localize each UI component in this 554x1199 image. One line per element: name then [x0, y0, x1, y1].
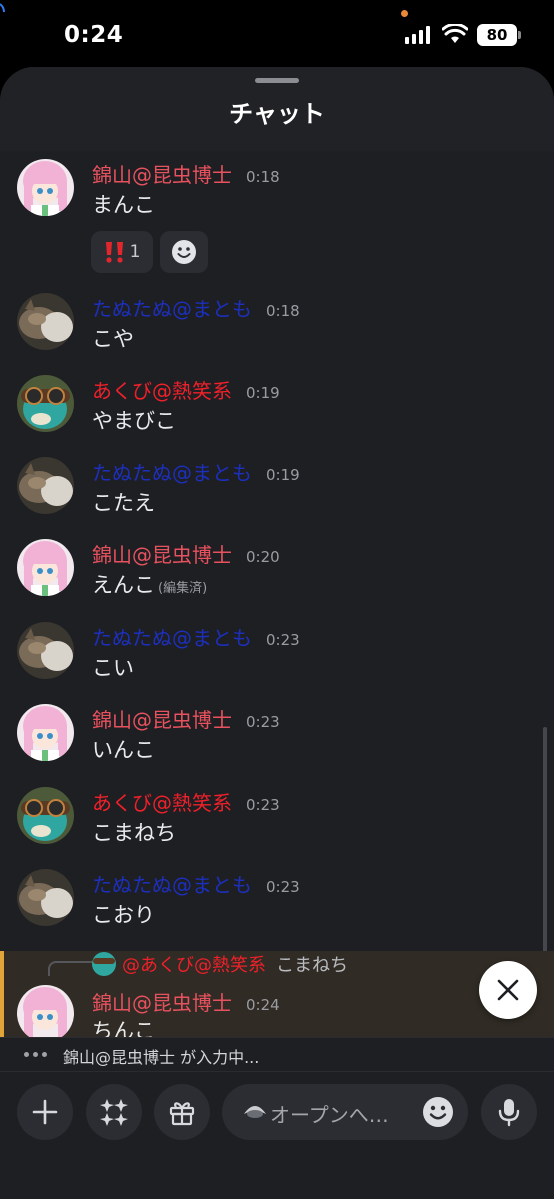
highlighted-message: @あくび@熱笑系 こまねち 錦山@昆虫博士 0:24 ちんこ [0, 951, 554, 1043]
message-text: まんこ [92, 193, 155, 217]
message-time: 0:23 [266, 878, 300, 896]
message-time: 0:24 [246, 996, 280, 1014]
message-composer: オープンへ… [0, 1071, 554, 1199]
close-icon [497, 979, 519, 1001]
message-header: 錦山@昆虫博士 0:23 [92, 704, 280, 733]
author-name[interactable]: あくび@熱笑系 [92, 375, 232, 404]
double-exclamation-icon [105, 242, 123, 263]
avatar-pink-hair[interactable] [17, 704, 74, 761]
sheet-header: チャット [0, 67, 554, 151]
input-placeholder: オープンへ… [270, 1103, 389, 1127]
cellular-signal-icon [405, 26, 430, 44]
message-header: たぬたぬ@まとも 0:23 [92, 622, 300, 651]
author-name[interactable]: たぬたぬ@まとも [92, 293, 252, 322]
add-reaction-button[interactable] [160, 231, 208, 273]
message-text: こや [92, 327, 134, 351]
typing-indicator: 錦山@昆虫博士 が入力中... [0, 1037, 554, 1071]
sparkle-apps-icon [100, 1099, 128, 1126]
author-name[interactable]: 錦山@昆虫博士 [92, 539, 232, 568]
author-name[interactable]: 錦山@昆虫博士 [92, 159, 232, 188]
message-text: こたえ [92, 491, 155, 515]
smiley-icon [172, 240, 196, 264]
message-header: あくび@熱笑系 0:23 [92, 787, 280, 816]
message-text: こい [92, 656, 134, 680]
gift-button[interactable] [154, 1084, 210, 1140]
reply-avatar [92, 952, 116, 976]
message-time: 0:20 [246, 548, 280, 566]
message-header: 錦山@昆虫博士 0:24 [92, 987, 280, 1016]
gift-icon [169, 1102, 195, 1126]
reaction-bar: 1 [91, 231, 208, 273]
typing-dots-icon [24, 1052, 47, 1057]
reply-connector [48, 961, 92, 976]
plus-icon [32, 1099, 58, 1125]
author-name[interactable]: 錦山@昆虫博士 [92, 704, 232, 733]
message-header: たぬたぬ@まとも 0:23 [92, 869, 300, 898]
sheet-title: チャット [229, 100, 325, 128]
voice-message-button[interactable] [481, 1084, 537, 1140]
message-text: こおり [92, 903, 155, 927]
message-header: たぬたぬ@まとも 0:18 [92, 293, 300, 322]
chat-sheet: チャット 錦山@昆虫博士 0:18 まんこ 1 たぬたぬ@まとも 0:18 こや… [0, 67, 554, 1199]
avatar-pink-hair[interactable] [17, 985, 74, 1042]
message-header: あくび@熱笑系 0:19 [92, 375, 280, 404]
message-time: 0:18 [266, 302, 300, 320]
edited-label: (編集済) [158, 581, 208, 596]
message-text: やまびこ [92, 409, 176, 433]
message-header: 錦山@昆虫博士 0:18 [92, 159, 280, 188]
avatar-cat[interactable] [17, 293, 74, 350]
message-time: 0:23 [266, 631, 300, 649]
message-text-body: えんこ [92, 573, 155, 597]
message-time: 0:18 [246, 168, 280, 186]
add-button[interactable] [17, 1084, 73, 1140]
avatar-pink-hair[interactable] [17, 159, 74, 216]
message-text: いんこ [92, 738, 155, 762]
message-list[interactable]: 錦山@昆虫博士 0:18 まんこ 1 たぬたぬ@まとも 0:18 こや あくび@… [0, 151, 554, 951]
avatar-cat[interactable] [17, 622, 74, 679]
smiley-icon[interactable] [422, 1096, 454, 1128]
message-text: えんこ (編集済) [92, 569, 207, 599]
reply-author-name: @あくび@熱笑系 [122, 955, 266, 976]
reaction-chip[interactable]: 1 [91, 231, 153, 273]
avatar-cat[interactable] [17, 869, 74, 926]
author-name[interactable]: たぬたぬ@まとも [92, 457, 252, 486]
avatar-cat[interactable] [17, 457, 74, 514]
author-name[interactable]: たぬたぬ@まとも [92, 622, 252, 651]
avatar-goggles[interactable] [17, 787, 74, 844]
reply-reference[interactable]: @あくび@熱笑系 こまねち [92, 951, 348, 977]
sheet-grabber[interactable] [255, 78, 299, 83]
status-time: 0:24 [64, 22, 124, 48]
avatar-pink-hair[interactable] [17, 539, 74, 596]
message-time: 0:23 [246, 713, 280, 731]
close-button[interactable] [479, 961, 537, 1019]
wifi-icon [442, 24, 468, 43]
reply-text: こまねち [276, 955, 348, 976]
author-name[interactable]: たぬたぬ@まとも [92, 869, 252, 898]
battery-tip [518, 31, 521, 39]
privacy-indicator [401, 10, 408, 17]
typing-text: 錦山@昆虫博士 が入力中... [63, 1048, 260, 1067]
apps-button[interactable] [86, 1084, 142, 1140]
author-name[interactable]: 錦山@昆虫博士 [92, 987, 232, 1016]
clyde-icon [244, 1106, 266, 1118]
sound-wave-icon [0, 3, 5, 13]
message-text: こまねち [92, 821, 176, 845]
message-input[interactable]: オープンへ… [222, 1084, 468, 1140]
message-time: 0:19 [266, 466, 300, 484]
microphone-icon [498, 1099, 520, 1127]
message-time: 0:19 [246, 384, 280, 402]
avatar-goggles[interactable] [17, 375, 74, 432]
status-bar: 0:24 80 [0, 0, 554, 70]
reaction-count: 1 [129, 242, 141, 262]
message-time: 0:23 [246, 796, 280, 814]
message-header: たぬたぬ@まとも 0:19 [92, 457, 300, 486]
battery-indicator: 80 [477, 24, 517, 46]
message-header: 錦山@昆虫博士 0:20 [92, 539, 280, 568]
author-name[interactable]: あくび@熱笑系 [92, 787, 232, 816]
